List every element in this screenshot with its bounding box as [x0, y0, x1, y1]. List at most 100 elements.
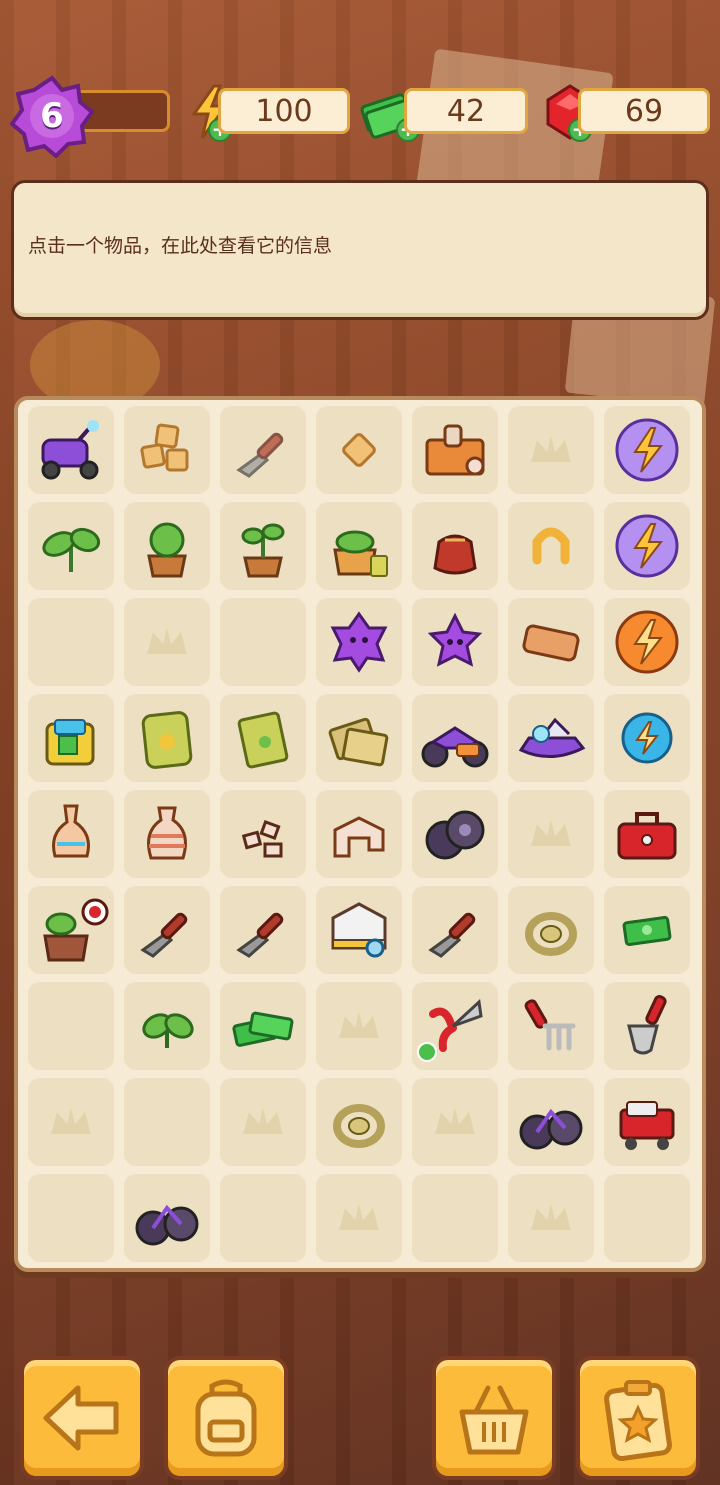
- potted-plant-icon: [147, 522, 187, 578]
- cash-counter: 42: [404, 88, 528, 134]
- board-cell-empty[interactable]: [28, 598, 114, 686]
- board-cell-rubble[interactable]: [220, 790, 306, 878]
- board-cell-energy-orb-orange[interactable]: [604, 598, 690, 686]
- board-cell-purple-scooter[interactable]: [28, 406, 114, 494]
- board-cell-leather-wallet[interactable]: [508, 598, 594, 686]
- board-cell-potted-plant-seeds[interactable]: [316, 502, 402, 590]
- board-cell-purple-star-blob[interactable]: [316, 598, 402, 686]
- board-cell-empty[interactable]: [220, 1078, 306, 1166]
- board-cell-cash-stack[interactable]: [220, 982, 306, 1070]
- board-cell-trowel[interactable]: [412, 886, 498, 974]
- board-cell-vase-tall[interactable]: [28, 790, 114, 878]
- board-cell-sprout[interactable]: [28, 502, 114, 590]
- board-cell-empty[interactable]: [316, 982, 402, 1070]
- basket-icon: [459, 1385, 529, 1455]
- board-cell-seed-packets-stack[interactable]: [316, 694, 402, 782]
- board-cell-bicycle[interactable]: [124, 1174, 210, 1262]
- leaf-icon: [142, 1013, 194, 1048]
- backpack-button[interactable]: [164, 1356, 288, 1480]
- board-cell-broken-blocks[interactable]: [316, 790, 402, 878]
- vase-tall-icon: [52, 804, 90, 858]
- board-cell-empty[interactable]: [508, 406, 594, 494]
- board-cell-empty[interactable]: [124, 598, 210, 686]
- board-cell-planter-pot[interactable]: [28, 886, 114, 974]
- board-cell-wood-blocks[interactable]: [124, 406, 210, 494]
- board-cell-cash-small[interactable]: [604, 886, 690, 974]
- board-cell-pouch[interactable]: [412, 502, 498, 590]
- board-cell-potted-plant[interactable]: [124, 502, 210, 590]
- board-cell-empty[interactable]: [412, 1174, 498, 1262]
- empty-crown-icon: [339, 1012, 379, 1038]
- wheels-icon: [425, 810, 485, 860]
- rope-coil-icon: [525, 912, 577, 956]
- gems-counter: 69: [578, 88, 710, 134]
- empty-crown-icon: [51, 1108, 91, 1134]
- board-cell-trowel[interactable]: [220, 886, 306, 974]
- board-cell-empty[interactable]: [28, 982, 114, 1070]
- item-info-hint: 点击一个物品，在此处查看它的信息: [28, 235, 333, 257]
- board-cell-energy-orb-blue[interactable]: [604, 694, 690, 782]
- motorbike-icon: [421, 726, 489, 768]
- board-cell-trowel[interactable]: [124, 886, 210, 974]
- board-cell-energy-orb-purple[interactable]: [604, 502, 690, 590]
- trowel-icon: [428, 912, 476, 958]
- trowel-icon: [140, 912, 188, 958]
- jet-ski-icon: [518, 717, 586, 759]
- level-badge[interactable]: 6: [10, 74, 94, 158]
- board-cell-empty[interactable]: [28, 1174, 114, 1262]
- board-cell-potted-sapling[interactable]: [220, 502, 306, 590]
- board-cell-jet-ski[interactable]: [508, 694, 594, 782]
- evidence-box-icon: [331, 902, 387, 958]
- board-cell-empty[interactable]: [220, 598, 306, 686]
- seed-bag-icon: [141, 711, 193, 769]
- board-cell-wheels[interactable]: [412, 790, 498, 878]
- board-cell-empty[interactable]: [28, 1078, 114, 1166]
- board-cell-empty[interactable]: [604, 1174, 690, 1262]
- water-crate-icon: [45, 719, 95, 766]
- tool-cart-icon: [619, 1101, 675, 1150]
- board-cell-rope-coil[interactable]: [316, 1078, 402, 1166]
- board-cell-antique-crate[interactable]: [412, 406, 498, 494]
- board-cell-pruning-shears[interactable]: [412, 982, 498, 1070]
- level-number: 6: [40, 96, 64, 136]
- board-cell-empty[interactable]: [220, 1174, 306, 1262]
- back-button[interactable]: [20, 1356, 144, 1480]
- board-cell-evidence-box[interactable]: [316, 886, 402, 974]
- board-cell-empty[interactable]: [316, 1174, 402, 1262]
- board-cell-horseshoe[interactable]: [508, 502, 594, 590]
- board-cell-water-crate[interactable]: [28, 694, 114, 782]
- board-cell-vase-striped[interactable]: [124, 790, 210, 878]
- energy-counter: 100: [218, 88, 350, 134]
- garden-shovel-icon: [627, 995, 667, 1055]
- purple-scooter-icon: [41, 420, 99, 480]
- energy-orb-purple-icon: [615, 418, 679, 482]
- garden-fork-icon: [524, 999, 576, 1051]
- back-arrow-icon: [43, 1385, 119, 1451]
- board-cell-trowel-ghost[interactable]: [220, 406, 306, 494]
- board-cell-tool-cart[interactable]: [604, 1078, 690, 1166]
- trowel-ghost-icon: [236, 432, 284, 478]
- board-cell-energy-orb-purple[interactable]: [604, 406, 690, 494]
- board-cell-bicycle[interactable]: [508, 1078, 594, 1166]
- tasks-button[interactable]: [576, 1356, 700, 1480]
- board-cell-empty[interactable]: [124, 1078, 210, 1166]
- board-cell-toolbox[interactable]: [604, 790, 690, 878]
- board-cell-garden-shovel[interactable]: [604, 982, 690, 1070]
- board-cell-seed-packet[interactable]: [220, 694, 306, 782]
- cash-stack-icon: [232, 1011, 294, 1047]
- board-cell-seed-bag[interactable]: [124, 694, 210, 782]
- board-cell-rope-coil[interactable]: [508, 886, 594, 974]
- shop-button[interactable]: [432, 1356, 556, 1480]
- board-cell-small-block[interactable]: [316, 406, 402, 494]
- board-cell-motorbike[interactable]: [412, 694, 498, 782]
- board-cell-garden-fork[interactable]: [508, 982, 594, 1070]
- board-cell-empty[interactable]: [508, 1174, 594, 1262]
- empty-crown-icon: [339, 1204, 379, 1230]
- gems-value: 69: [624, 93, 664, 129]
- board-cell-empty[interactable]: [508, 790, 594, 878]
- item-info-panel: 点击一个物品，在此处查看它的信息: [11, 180, 709, 320]
- board-cell-purple-star[interactable]: [412, 598, 498, 686]
- empty-crown-icon: [243, 1108, 283, 1134]
- board-cell-leaf[interactable]: [124, 982, 210, 1070]
- board-cell-empty[interactable]: [412, 1078, 498, 1166]
